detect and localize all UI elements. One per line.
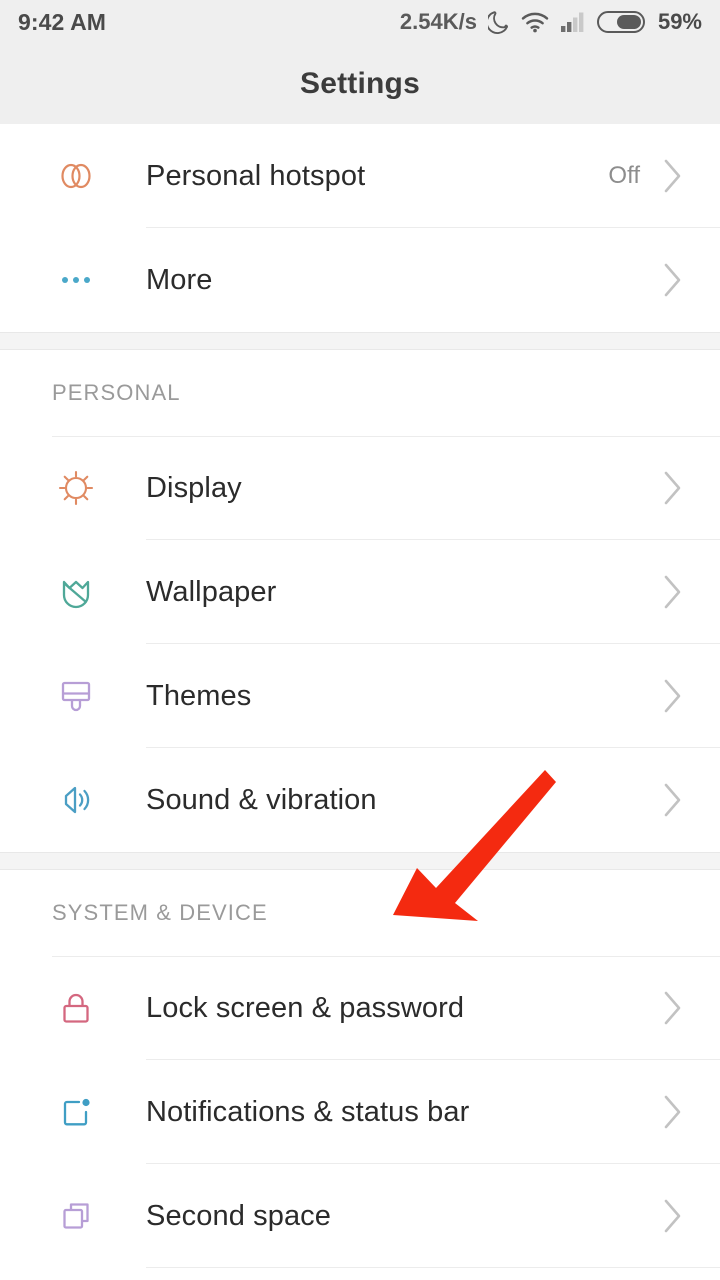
settings-row-do-not-disturb[interactable]: Do not disturb (0, 1268, 720, 1280)
settings-row-label: Themes (146, 679, 252, 712)
hotspot-icon (0, 153, 146, 199)
section-separator (0, 332, 720, 350)
settings-row-label: Sound & vibration (146, 783, 377, 816)
settings-row-display[interactable]: Display (0, 436, 720, 540)
settings-row-label: Second space (146, 1199, 331, 1232)
chevron-right-icon (662, 574, 720, 610)
battery-icon (596, 11, 645, 33)
settings-row-themes[interactable]: Themes (0, 644, 720, 748)
chevron-right-icon (662, 1094, 720, 1130)
settings-group-personal: Display Wallpaper Themes Sound & vibrati… (0, 436, 720, 852)
settings-row-lock-screen-and-password[interactable]: Lock screen & password (0, 956, 720, 1060)
settings-group-system-and-device: Lock screen & password Notifications & s… (0, 956, 720, 1280)
sound-speaker-icon (0, 777, 146, 823)
second-space-squares-icon (0, 1193, 146, 1239)
settings-row-label: Lock screen & password (146, 991, 465, 1024)
chevron-right-icon (662, 678, 720, 714)
section-header-label: PERSONAL (52, 380, 181, 405)
settings-row-wallpaper[interactable]: Wallpaper (0, 540, 720, 644)
wifi-icon (521, 12, 549, 33)
notifications-square-icon (0, 1089, 146, 1135)
status-bar-clock: 9:42 AM (18, 8, 107, 35)
chevron-right-icon (662, 158, 720, 194)
network-speed-label: 2.54K/s (399, 9, 477, 34)
section-separator (0, 852, 720, 870)
chevron-right-icon (662, 990, 720, 1026)
settings-group-connectivity: Personal hotspot Off More (0, 124, 720, 332)
settings-row-value: Off (608, 162, 640, 189)
settings-row-personal-hotspot[interactable]: Personal hotspot Off (0, 124, 720, 228)
settings-row-notifications-and-status-bar[interactable]: Notifications & status bar (0, 1060, 720, 1164)
settings-row-label: Display (146, 471, 242, 504)
section-header-personal: PERSONAL (0, 350, 720, 436)
app-title-bar: Settings (0, 44, 720, 124)
settings-row-label: Wallpaper (146, 575, 277, 608)
lock-padlock-icon (0, 985, 146, 1031)
moon-icon (487, 11, 508, 34)
themes-brush-icon (0, 673, 146, 719)
settings-screen: 9:42 AM 2.54K/s 59% Settings Personal ho… (0, 0, 720, 1280)
chevron-right-icon (662, 782, 720, 818)
settings-row-label: Personal hotspot (146, 159, 366, 192)
settings-row-more[interactable]: More (0, 228, 720, 332)
settings-row-second-space[interactable]: Second space (0, 1164, 720, 1268)
wallpaper-tulip-icon (0, 569, 146, 615)
chevron-right-icon (662, 1198, 720, 1234)
cellular-signal-icon (560, 12, 584, 32)
settings-row-label: Notifications & status bar (146, 1095, 470, 1128)
settings-row-label: More (146, 263, 213, 296)
chevron-right-icon (662, 470, 720, 506)
status-bar: 9:42 AM 2.54K/s 59% (0, 0, 720, 44)
status-bar-indicators: 2.54K/s 59% (400, 9, 702, 35)
chevron-right-icon (662, 262, 720, 298)
page-title: Settings (300, 67, 420, 100)
battery-percentage-label: 59% (657, 9, 702, 34)
section-header-label: SYSTEM & DEVICE (52, 900, 268, 925)
more-dots-icon (0, 257, 146, 303)
settings-row-sound-and-vibration[interactable]: Sound & vibration (0, 748, 720, 852)
section-header-system-and-device: SYSTEM & DEVICE (0, 870, 720, 956)
display-sun-icon (0, 465, 146, 511)
